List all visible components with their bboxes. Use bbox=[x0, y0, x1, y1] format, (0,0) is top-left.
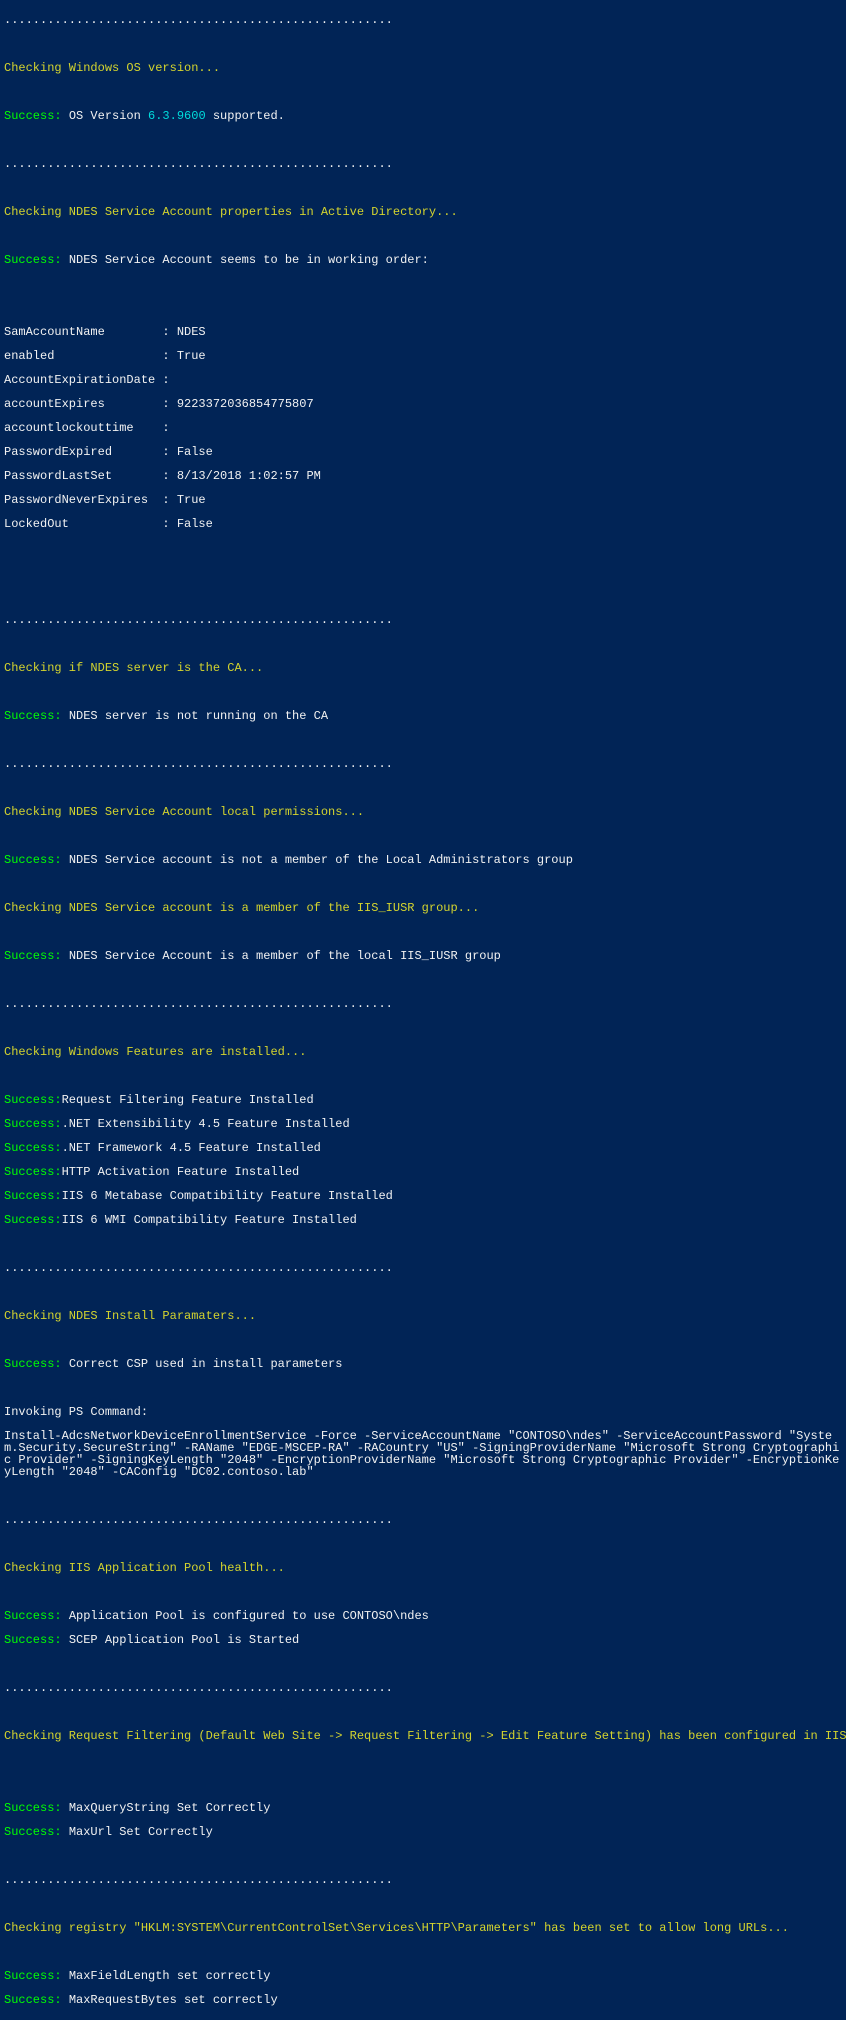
success-label: Success: bbox=[4, 1993, 69, 2007]
check-header-apppool: Checking IIS Application Pool health... bbox=[4, 1561, 285, 1575]
check-header-registry: Checking registry "HKLM:SYSTEM\CurrentCo… bbox=[4, 1921, 789, 1935]
ad-prop: AccountExpirationDate : bbox=[4, 373, 170, 387]
success-label: Success: bbox=[4, 1801, 69, 1815]
divider: ........................................… bbox=[4, 157, 393, 171]
success-label: Success: bbox=[4, 1093, 62, 1107]
success-label: Success: bbox=[4, 1357, 69, 1371]
text: IIS 6 WMI Compatibility Feature Installe… bbox=[62, 1213, 357, 1227]
success-label: Success: bbox=[4, 1165, 62, 1179]
invoke-label: Invoking PS Command: bbox=[4, 1405, 148, 1419]
text: OS Version bbox=[69, 109, 148, 123]
text: NDES Service account is not a member of … bbox=[69, 853, 573, 867]
ad-prop: PasswordExpired : False bbox=[4, 445, 213, 459]
text: MaxRequestBytes set correctly bbox=[69, 1993, 278, 2007]
divider: ........................................… bbox=[4, 757, 393, 771]
text: HTTP Activation Feature Installed bbox=[62, 1165, 300, 1179]
divider: ........................................… bbox=[4, 13, 393, 27]
text: IIS 6 Metabase Compatibility Feature Ins… bbox=[62, 1189, 393, 1203]
success-label: Success: bbox=[4, 853, 69, 867]
text: .NET Extensibility 4.5 Feature Installed bbox=[62, 1117, 350, 1131]
check-header-install: Checking NDES Install Paramaters... bbox=[4, 1309, 256, 1323]
text: Correct CSP used in install parameters bbox=[69, 1357, 343, 1371]
divider: ........................................… bbox=[4, 1261, 393, 1275]
text: Request Filtering Feature Installed bbox=[62, 1093, 314, 1107]
os-version: 6.3.9600 bbox=[148, 109, 206, 123]
success-label: Success: bbox=[4, 253, 69, 267]
success-label: Success: bbox=[4, 1213, 62, 1227]
divider: ........................................… bbox=[4, 997, 393, 1011]
check-header-features: Checking Windows Features are installed.… bbox=[4, 1045, 306, 1059]
ad-prop: LockedOut : False bbox=[4, 517, 213, 531]
check-header-ca: Checking if NDES server is the CA... bbox=[4, 661, 263, 675]
check-header-reqfilter: Checking Request Filtering (Default Web … bbox=[4, 1729, 846, 1743]
success-label: Success: bbox=[4, 109, 69, 123]
success-label: Success: bbox=[4, 1969, 69, 1983]
success-label: Success: bbox=[4, 1825, 69, 1839]
divider: ........................................… bbox=[4, 1681, 393, 1695]
text: MaxQueryString Set Correctly bbox=[69, 1801, 271, 1815]
success-label: Success: bbox=[4, 709, 69, 723]
ad-prop: enabled : True bbox=[4, 349, 206, 363]
text: NDES Service Account is a member of the … bbox=[69, 949, 501, 963]
text: Application Pool is configured to use CO… bbox=[69, 1609, 429, 1623]
divider: ........................................… bbox=[4, 1513, 393, 1527]
check-header-iisiusr: Checking NDES Service account is a membe… bbox=[4, 901, 479, 915]
success-label: Success: bbox=[4, 1117, 62, 1131]
success-label: Success: bbox=[4, 1609, 69, 1623]
success-label: Success: bbox=[4, 949, 69, 963]
success-label: Success: bbox=[4, 1189, 62, 1203]
ad-prop: PasswordNeverExpires : True bbox=[4, 493, 206, 507]
check-header-ad: Checking NDES Service Account properties… bbox=[4, 205, 458, 219]
text: NDES Service Account seems to be in work… bbox=[69, 253, 429, 267]
check-header-os: Checking Windows OS version... bbox=[4, 61, 220, 75]
ad-prop: PasswordLastSet : 8/13/2018 1:02:57 PM bbox=[4, 469, 321, 483]
text: SCEP Application Pool is Started bbox=[69, 1633, 299, 1647]
ad-prop: SamAccountName : NDES bbox=[4, 325, 206, 339]
text: NDES server is not running on the CA bbox=[69, 709, 328, 723]
powershell-console-output: ........................................… bbox=[0, 0, 846, 2020]
text: MaxFieldLength set correctly bbox=[69, 1969, 271, 1983]
ad-prop: accountExpires : 9223372036854775807 bbox=[4, 397, 314, 411]
divider: ........................................… bbox=[4, 613, 393, 627]
ad-prop: accountlockouttime : bbox=[4, 421, 170, 435]
text: supported. bbox=[206, 109, 285, 123]
check-header-localperm: Checking NDES Service Account local perm… bbox=[4, 805, 364, 819]
text: MaxUrl Set Correctly bbox=[69, 1825, 213, 1839]
success-label: Success: bbox=[4, 1633, 69, 1647]
ps-command: Install-AdcsNetworkDeviceEnrollmentServi… bbox=[4, 1429, 839, 1479]
text: .NET Framework 4.5 Feature Installed bbox=[62, 1141, 321, 1155]
success-label: Success: bbox=[4, 1141, 62, 1155]
divider: ........................................… bbox=[4, 1873, 393, 1887]
